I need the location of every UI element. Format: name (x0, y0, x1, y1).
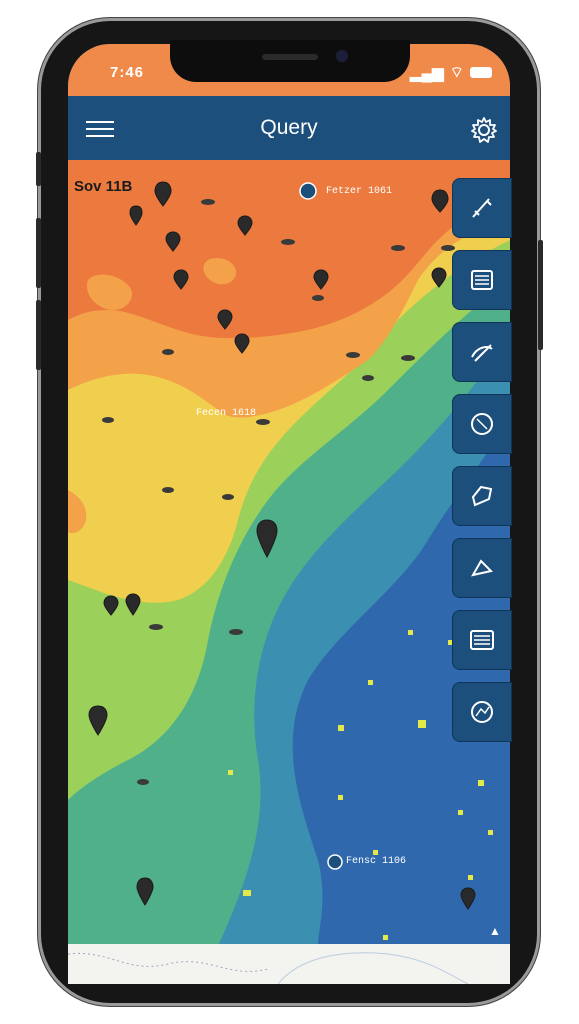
map-label: Fensc 1106 (346, 856, 407, 867)
select-tool-button[interactable] (452, 538, 512, 598)
globe-tool-button[interactable] (452, 394, 512, 454)
layers-icon (471, 270, 493, 290)
pencil-icon (472, 198, 492, 218)
measure-icon (471, 344, 493, 362)
camera (336, 50, 348, 62)
draw-tool-button[interactable] (452, 178, 512, 238)
power-button (538, 240, 543, 350)
minimap-icon (67, 952, 469, 985)
gear-icon[interactable] (470, 116, 498, 144)
map-corner-label: Sov 11B (74, 178, 133, 195)
status-icons: ▂▄▆ ⌔ (410, 63, 492, 82)
notch (170, 40, 410, 82)
heatmap-map[interactable] (68, 160, 510, 946)
mute-switch (36, 152, 41, 186)
expand-icon[interactable]: ▲ (489, 924, 501, 938)
page-title: Query (260, 116, 318, 139)
map-label: Fetzer 1061 (326, 186, 393, 197)
status-time: 7:46 (110, 64, 145, 81)
map-label: Fecen 1618 (196, 408, 257, 419)
list-icon (470, 630, 494, 650)
menu-icon[interactable] (86, 121, 114, 139)
list-tool-button[interactable] (452, 610, 512, 670)
shape-icon (471, 485, 493, 507)
layers-tool-button[interactable] (452, 250, 512, 310)
battery-icon (469, 67, 492, 78)
shape-tool-button[interactable] (452, 466, 512, 526)
route-icon (471, 701, 493, 723)
globe-icon (471, 413, 493, 435)
wifi-icon: ⌔ (449, 64, 464, 81)
cursor-icon (471, 559, 493, 577)
speaker (262, 54, 318, 60)
volume-up-button (36, 218, 41, 288)
route-tool-button[interactable] (452, 682, 512, 742)
signal-icon: ▂▄▆ (410, 64, 444, 82)
volume-down-button (36, 300, 41, 370)
measure-tool-button[interactable] (452, 322, 512, 382)
bottom-map-strip (67, 944, 510, 985)
